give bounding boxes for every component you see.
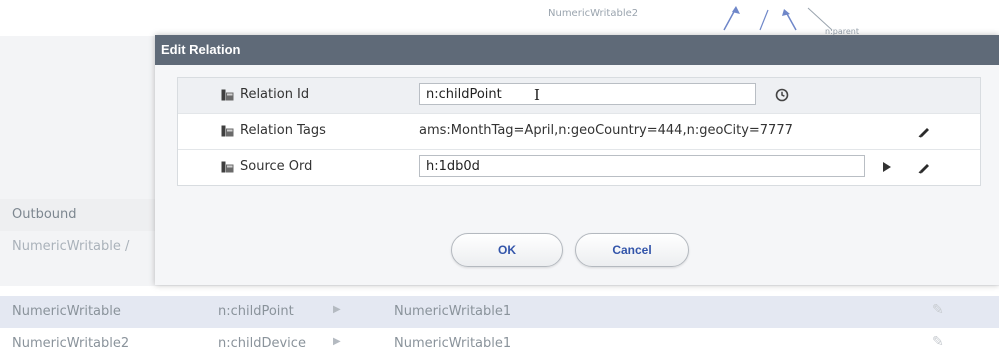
row-relation: n:childDevice: [218, 336, 306, 351]
relation-id-label: Relation Id: [240, 87, 310, 102]
outbound-label: Outbound: [12, 207, 77, 222]
row-target: NumericWritable1: [394, 304, 512, 319]
relation-tags-row[interactable]: Relation Tags ams:MonthTag=April,n:geoCo…: [178, 114, 980, 150]
partial-row-text: NumericWritable /: [12, 239, 130, 254]
play-arrow-icon[interactable]: ▶: [333, 304, 341, 315]
clock-icon[interactable]: [775, 88, 789, 102]
pencil-icon[interactable]: [917, 160, 931, 174]
row-source: NumericWritable: [12, 304, 121, 319]
table-row[interactable]: NumericWritable n:childPoint ▶ NumericWr…: [0, 296, 999, 328]
row-target: NumericWritable1: [394, 336, 512, 351]
slot-icon: [221, 161, 234, 173]
source-ord-input[interactable]: [419, 155, 865, 177]
cancel-button[interactable]: Cancel: [575, 233, 689, 267]
text-cursor-icon: I: [534, 86, 540, 104]
play-arrow-icon[interactable]: ▶: [333, 336, 341, 347]
graph-edge-arrows-icon: [723, 6, 833, 31]
relation-tags-label: Relation Tags: [240, 123, 326, 138]
pencil-icon[interactable]: [917, 124, 931, 138]
slot-icon: [221, 89, 234, 101]
pencil-icon[interactable]: ✎: [932, 334, 944, 350]
source-ord-label: Source Ord: [240, 159, 313, 174]
slot-icon: [221, 125, 234, 137]
dialog-body: Relation Id I Relation Tags ams:MonthTag…: [155, 65, 999, 285]
pencil-icon[interactable]: ✎: [932, 302, 944, 318]
source-ord-row[interactable]: Source Ord: [178, 150, 980, 185]
play-arrow-icon[interactable]: [883, 162, 891, 172]
relation-tags-value: ams:MonthTag=April,n:geoCountry=444,n:ge…: [419, 123, 793, 138]
relation-id-input[interactable]: [419, 83, 756, 105]
property-sheet: Relation Id I Relation Tags ams:MonthTag…: [177, 77, 981, 186]
ok-button[interactable]: OK: [451, 233, 563, 267]
row-source: NumericWritable2: [12, 336, 130, 351]
row-relation: n:childPoint: [218, 304, 294, 319]
relation-id-row[interactable]: Relation Id I: [178, 78, 980, 114]
dialog-title: Edit Relation: [155, 35, 999, 65]
table-row[interactable]: NumericWritable2 n:childDevice ▶ Numeric…: [0, 328, 999, 360]
edit-relation-dialog: Edit Relation Relation Id I: [155, 35, 999, 285]
